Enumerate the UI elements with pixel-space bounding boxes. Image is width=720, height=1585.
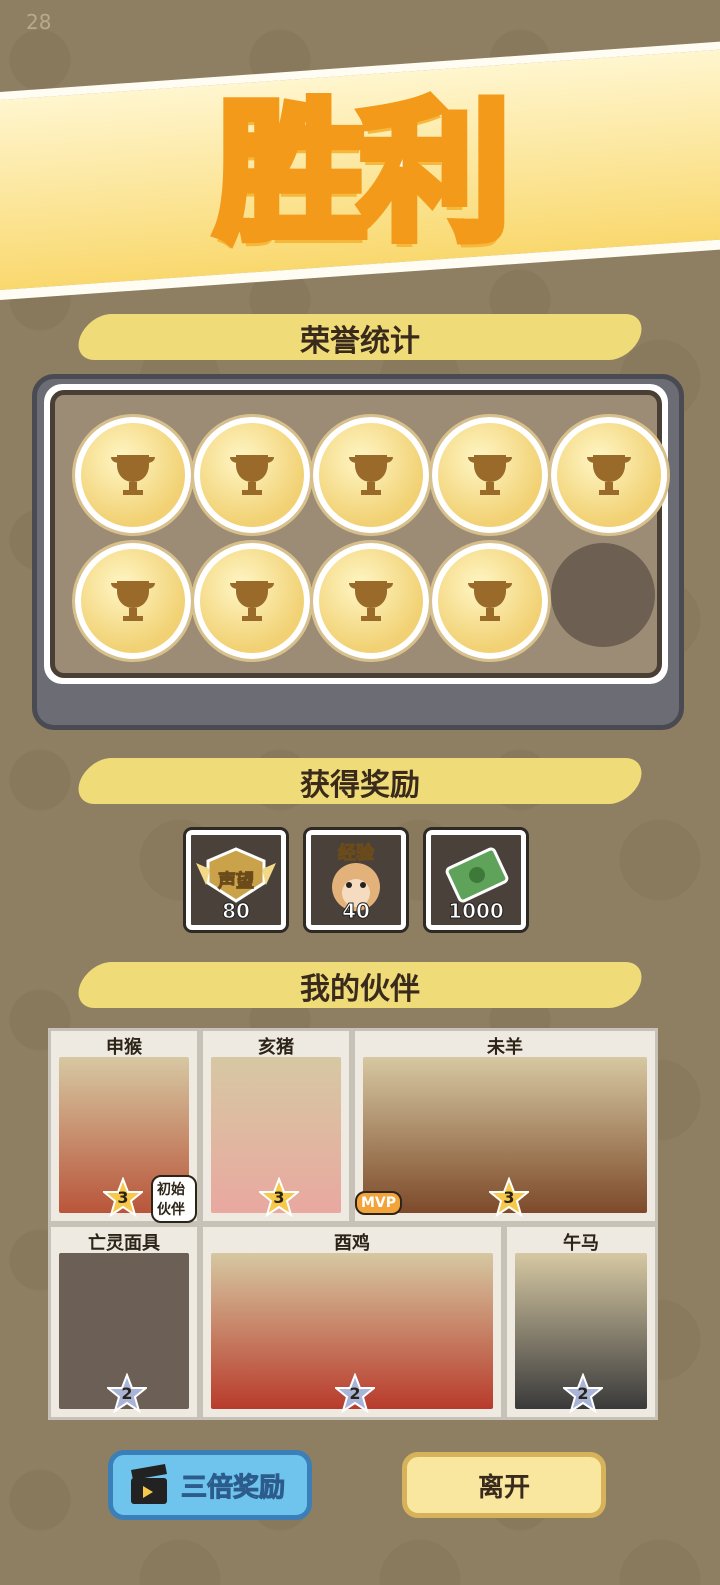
partner-card[interactable]: 亡灵面具 2 [48,1224,200,1420]
victory-title: 胜利 [211,82,515,266]
trophy-icon [349,455,393,495]
reward-exp: 经验 40 [306,830,406,930]
trophy-icon [111,581,155,621]
star-level-badge: 2 [335,1373,375,1413]
trophy-icon [230,581,274,621]
star-level-badge: 3 [103,1177,143,1217]
trophy-coin [75,543,191,659]
trophy-coin [194,543,310,659]
rewards-title: 获得奖励 [300,768,420,803]
reward-reputation: 声望 80 [186,830,286,930]
clapperboard-icon [131,1464,167,1504]
honor-board [50,390,667,678]
trophy-coin [432,543,548,659]
star-level-badge: 2 [563,1373,603,1413]
partner-card[interactable]: 午马 2 [504,1224,658,1420]
trophy-icon [230,455,274,495]
trophy-icon [349,581,393,621]
partner-card[interactable]: 申猴 3 初始伙伴 [48,1028,200,1224]
star-level-badge: 2 [107,1373,147,1413]
partner-card[interactable]: 亥猪 3 [200,1028,352,1224]
triple-reward-button[interactable]: 三倍奖励 [108,1450,312,1520]
empty-trophy-slot [551,543,655,647]
trophy-coin [432,417,548,533]
star-level-badge: 3 [259,1177,299,1217]
partner-card[interactable]: 酉鸡 2 [200,1224,504,1420]
trophy-icon [468,581,512,621]
trophy-icon [587,455,631,495]
trophy-coin [313,543,429,659]
partners-title: 我的伙伴 [300,972,420,1007]
reward-money: 1000 [426,830,526,930]
leave-button[interactable]: 离开 [402,1452,606,1518]
starter-partner-tag: 初始伙伴 [151,1175,197,1223]
partner-card[interactable]: 未羊 3 MVP [352,1028,658,1224]
trophy-coin [75,417,191,533]
trophy-coin [313,417,429,533]
corner-number: 28 [26,10,52,34]
star-level-badge: 3 [489,1177,529,1217]
honor-title: 荣誉统计 [300,324,420,359]
trophy-coin [194,417,310,533]
trophy-icon [111,455,155,495]
trophy-icon [468,455,512,495]
mvp-tag: MVP [355,1191,403,1215]
honor-panel [44,384,668,684]
trophy-coin [551,417,667,533]
